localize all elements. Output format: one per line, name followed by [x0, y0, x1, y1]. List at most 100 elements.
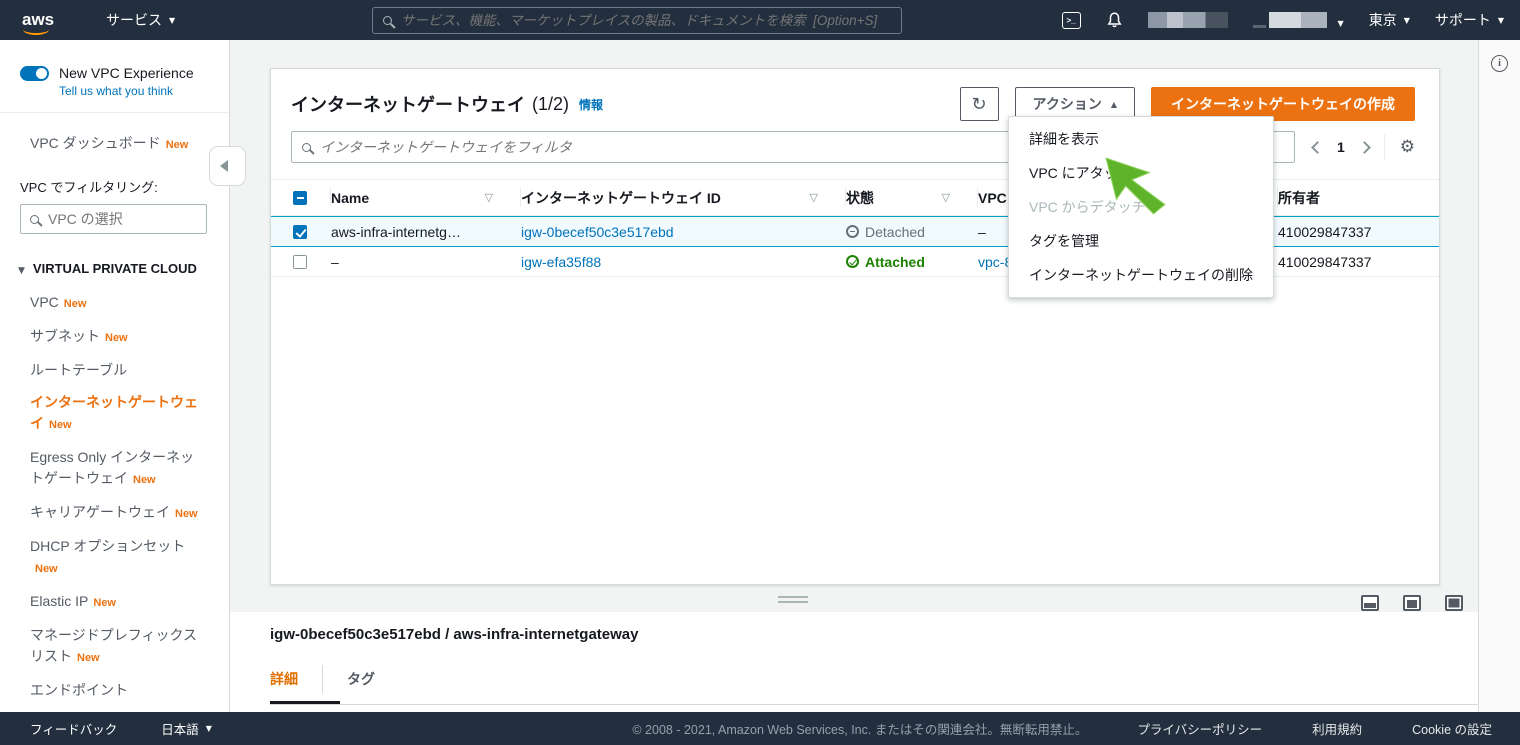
info-link[interactable]: 情報 — [579, 96, 603, 113]
sidebar-item[interactable]: マネージドプレフィックスリスト New — [30, 625, 207, 669]
sidebar-item-vpc-dashboard[interactable]: VPC ダッシュボード New — [30, 133, 229, 153]
page-next-icon[interactable] — [1357, 140, 1371, 154]
new-badge: New — [175, 508, 198, 520]
igw-id-link[interactable]: igw-0becef50c3e517ebd — [521, 224, 674, 240]
support-menu[interactable]: サポート ▼ — [1435, 10, 1504, 30]
row-checkbox[interactable] — [293, 254, 307, 269]
detached-status-icon — [846, 225, 859, 238]
sidebar-item[interactable]: エンドポイント — [30, 680, 207, 701]
refresh-button[interactable]: ↻ — [959, 87, 999, 121]
support-label: サポート — [1434, 12, 1491, 28]
nav-right-group: >_ ▼ 東京 ▼ サポート ▼ — [1061, 0, 1504, 40]
vpc-filter-label: VPC でフィルタリング: — [20, 180, 158, 195]
attached-status-icon — [846, 255, 859, 268]
footer-link[interactable]: Cookie の設定 — [1412, 719, 1492, 738]
column-header-igw-id: インターネットゲートウェイ ID — [521, 189, 721, 206]
sidebar-item-label: VPC — [30, 294, 59, 310]
help-rail: i — [1478, 40, 1520, 712]
sidebar-item-label: DHCP オプションセット — [30, 538, 186, 554]
detail-tabs: 詳細 タグ — [270, 665, 1478, 693]
row-checkbox[interactable] — [293, 224, 307, 239]
column-header-name: Name — [331, 189, 370, 206]
search-icon — [302, 142, 311, 152]
tab-details[interactable]: 詳細 — [270, 669, 298, 689]
sort-icon[interactable]: ▽ — [485, 191, 493, 204]
tell-us-link[interactable]: Tell us what you think — [59, 84, 229, 98]
sidebar-item-label: Elastic IP — [30, 593, 89, 609]
settings-gear-icon[interactable]: ⚙ — [1400, 138, 1415, 156]
sidebar-item[interactable]: インターネットゲートウェイ New — [30, 392, 207, 436]
cell-name: aws-infra-internetg… — [331, 223, 461, 240]
pagination: 1 ⚙ — [1311, 134, 1415, 160]
new-badge: New — [165, 139, 189, 151]
sidebar-item-label: エンドポイント — [30, 682, 128, 698]
sidebar-item-label: マネージドプレフィックスリスト — [30, 627, 198, 664]
menu-item[interactable]: 詳細を表示 — [1009, 122, 1273, 156]
info-icon[interactable]: i — [1491, 55, 1508, 72]
page-title: インターネットゲートウェイ — [291, 95, 525, 115]
sidebar-item-label: サブネット — [30, 328, 100, 344]
region-selector[interactable]: 東京 ▼ — [1369, 10, 1410, 30]
chevron-left-icon — [219, 160, 228, 172]
new-badge: New — [63, 298, 87, 310]
column-header-owner: 所有者 — [1278, 189, 1320, 206]
divider — [270, 704, 1478, 705]
detail-panel: igw-0becef50c3e517ebd / aws-infra-intern… — [230, 612, 1478, 712]
region-label: 東京 — [1368, 12, 1397, 28]
divider — [322, 665, 323, 693]
footer-link[interactable]: 利用規約 — [1312, 719, 1362, 738]
footer-link[interactable]: プライバシーポリシー — [1137, 719, 1262, 738]
sidebar-item[interactable]: VPC New — [30, 292, 207, 315]
sidebar-item[interactable]: DHCP オプションセット New — [30, 536, 207, 580]
split-drag-handle[interactable] — [778, 596, 808, 606]
igw-id-link[interactable]: igw-efa35f88 — [521, 254, 601, 270]
sidebar-item[interactable]: ルートテーブル — [30, 360, 207, 381]
cell-owner: 410029847337 — [1278, 223, 1372, 240]
menu-item[interactable]: インターネットゲートウェイの削除 — [1009, 258, 1273, 292]
language-selector[interactable]: 日本語 ▼ — [161, 719, 212, 738]
page-prev-icon[interactable] — [1311, 140, 1324, 154]
feedback-link[interactable]: フィードバック — [30, 719, 117, 738]
search-icon — [383, 16, 392, 25]
sidebar: New VPC Experience Tell us what you thin… — [0, 40, 230, 712]
sidebar-item-label: キャリアゲートウェイ — [30, 504, 170, 520]
chevron-down-icon: ▼ — [1497, 15, 1504, 25]
chevron-down-icon: ▼ — [1337, 19, 1344, 28]
sidebar-item[interactable]: Egress Only インターネットゲートウェイ New — [30, 447, 207, 491]
redacted-block — [1268, 12, 1327, 28]
tab-tags[interactable]: タグ — [347, 669, 375, 689]
services-menu[interactable]: サービス ▼ — [106, 10, 175, 30]
layout-split-large-icon[interactable] — [1403, 595, 1421, 611]
sort-icon[interactable]: ▽ — [942, 191, 950, 204]
sidebar-item[interactable]: Elastic IP New — [30, 591, 207, 614]
vpc-filter-input[interactable] — [48, 211, 229, 227]
layout-fullscreen-icon[interactable] — [1445, 595, 1463, 611]
sidebar-collapse-button[interactable] — [209, 146, 246, 186]
sidebar-item[interactable]: キャリアゲートウェイ New — [30, 502, 207, 525]
chevron-down-icon: ▼ — [18, 266, 25, 276]
layout-split-bottom-icon[interactable] — [1361, 595, 1379, 611]
global-search-input[interactable] — [401, 13, 891, 28]
cell-vpc: – — [978, 223, 986, 240]
notifications-bell-icon[interactable] — [1106, 11, 1123, 29]
new-experience-toggle[interactable] — [20, 65, 49, 81]
select-all-checkbox[interactable] — [293, 190, 307, 205]
account-menu[interactable]: ▼ — [1252, 12, 1344, 28]
new-badge: New — [133, 474, 156, 486]
vpc-filter-select — [20, 204, 229, 234]
cloudshell-icon[interactable]: >_ — [1061, 11, 1081, 29]
aws-logo[interactable]: aws — [22, 10, 60, 35]
panel-layout-controls — [1361, 595, 1463, 611]
menu-item[interactable]: VPC にアタッチ — [1009, 156, 1273, 190]
sidebar-section-vpc[interactable]: ▼ VIRTUAL PRIVATE CLOUD — [18, 260, 213, 280]
sidebar-item[interactable]: サブネット New — [30, 326, 207, 349]
sidebar-nav-list: VPC New サブネット New ルートテーブル インターネットゲートウェイ New Egr… — [0, 292, 229, 712]
cell-name: – — [331, 253, 339, 270]
state-label: Detached — [865, 223, 925, 240]
redacted-block — [1252, 25, 1266, 28]
services-label: サービス — [106, 12, 162, 28]
sort-icon[interactable]: ▽ — [810, 191, 818, 204]
menu-item[interactable]: タグを管理 — [1009, 224, 1273, 258]
chevron-down-icon: ▼ — [205, 724, 212, 733]
new-badge: New — [35, 563, 58, 575]
